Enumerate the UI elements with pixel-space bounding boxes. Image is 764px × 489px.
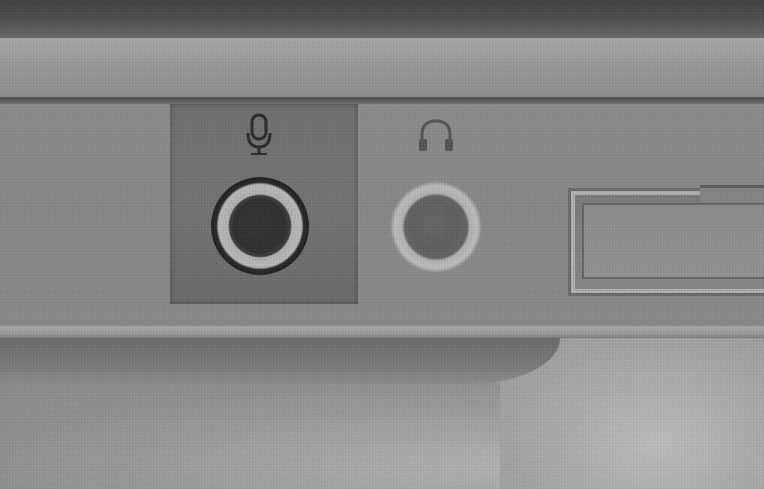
card-slot-opening[interactable]	[582, 203, 764, 279]
microphone-icon	[242, 113, 276, 157]
card-slot-notch	[700, 185, 764, 202]
case-bottom-lip	[0, 338, 560, 384]
lid-bevel	[0, 38, 764, 100]
headphone-icon	[416, 115, 456, 155]
microphone-jack-hole	[232, 198, 288, 254]
lid-top-edge	[0, 0, 764, 42]
headphone-jack-hole	[409, 200, 463, 254]
panel-lower-edge	[0, 326, 764, 338]
laptop-side-photo	[0, 0, 764, 489]
